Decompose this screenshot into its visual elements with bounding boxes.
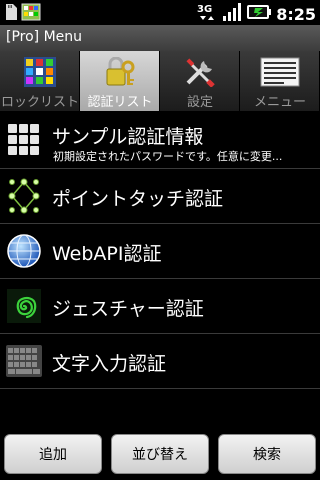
list-item[interactable]: 文字入力認証 <box>0 334 320 389</box>
list-item[interactable]: WebAPI認証 <box>0 224 320 279</box>
list-item-title: ポイントタッチ認証 <box>52 188 224 210</box>
keyboard-icon <box>6 343 42 379</box>
point-touch-icon <box>6 178 42 214</box>
grid-lock-icon <box>24 57 56 87</box>
tab-label: 設定 <box>186 95 213 110</box>
tools-icon <box>184 57 216 88</box>
sort-button[interactable]: 並び替え <box>111 434 209 474</box>
menu-list-icon <box>260 57 300 87</box>
tab-label: ロックリスト <box>0 95 79 110</box>
title-bar: [Pro] Menu <box>0 25 320 52</box>
svg-text:3G: 3G <box>197 4 212 15</box>
battery-charging-icon <box>246 2 272 26</box>
network-3g-icon: 3G <box>196 2 218 26</box>
tab-lock-list[interactable]: ロックリスト <box>0 51 80 111</box>
list-item-title: 文字入力認証 <box>52 353 167 375</box>
tab-label: 認証リスト <box>87 95 153 110</box>
tab-auth-list[interactable]: 認証リスト <box>80 51 160 111</box>
list-item-subtitle: 初期設定されたパスワードです。任意に変更... <box>53 150 283 163</box>
add-button[interactable]: 追加 <box>4 434 102 474</box>
list-item[interactable]: ポイントタッチ認証 <box>0 169 320 224</box>
list-item[interactable]: ジェスチャー認証 <box>0 279 320 334</box>
tab-menu[interactable]: メニュー <box>240 51 320 111</box>
app-notification-icon <box>21 3 41 25</box>
tab-settings[interactable]: 設定 <box>160 51 240 111</box>
tab-bar: ロックリスト 認証リスト 設定 メニュー <box>0 51 320 111</box>
signal-strength-icon <box>222 2 242 26</box>
globe-icon <box>6 233 42 269</box>
app-title: [Pro] Menu <box>6 29 83 45</box>
list-item[interactable]: サンプル認証情報 初期設定されたパスワードです。任意に変更... <box>0 113 320 169</box>
tab-label: メニュー <box>253 95 306 110</box>
search-button[interactable]: 検索 <box>218 434 316 474</box>
bottom-button-bar: 追加 並び替え 検索 <box>0 430 320 480</box>
auth-list: サンプル認証情報 初期設定されたパスワードです。任意に変更... ポイントタッチ… <box>0 113 320 389</box>
list-item-title: ジェスチャー認証 <box>52 298 204 320</box>
lock-key-icon <box>104 56 136 87</box>
keypad-icon <box>6 122 42 158</box>
list-item-title: サンプル認証情報 <box>52 126 204 148</box>
spiral-icon <box>6 288 42 324</box>
status-bar: 3G 8:25 <box>0 0 320 25</box>
list-item-title: WebAPI認証 <box>52 243 162 265</box>
clock: 8:25 <box>276 4 316 24</box>
sd-card-icon <box>4 3 18 25</box>
